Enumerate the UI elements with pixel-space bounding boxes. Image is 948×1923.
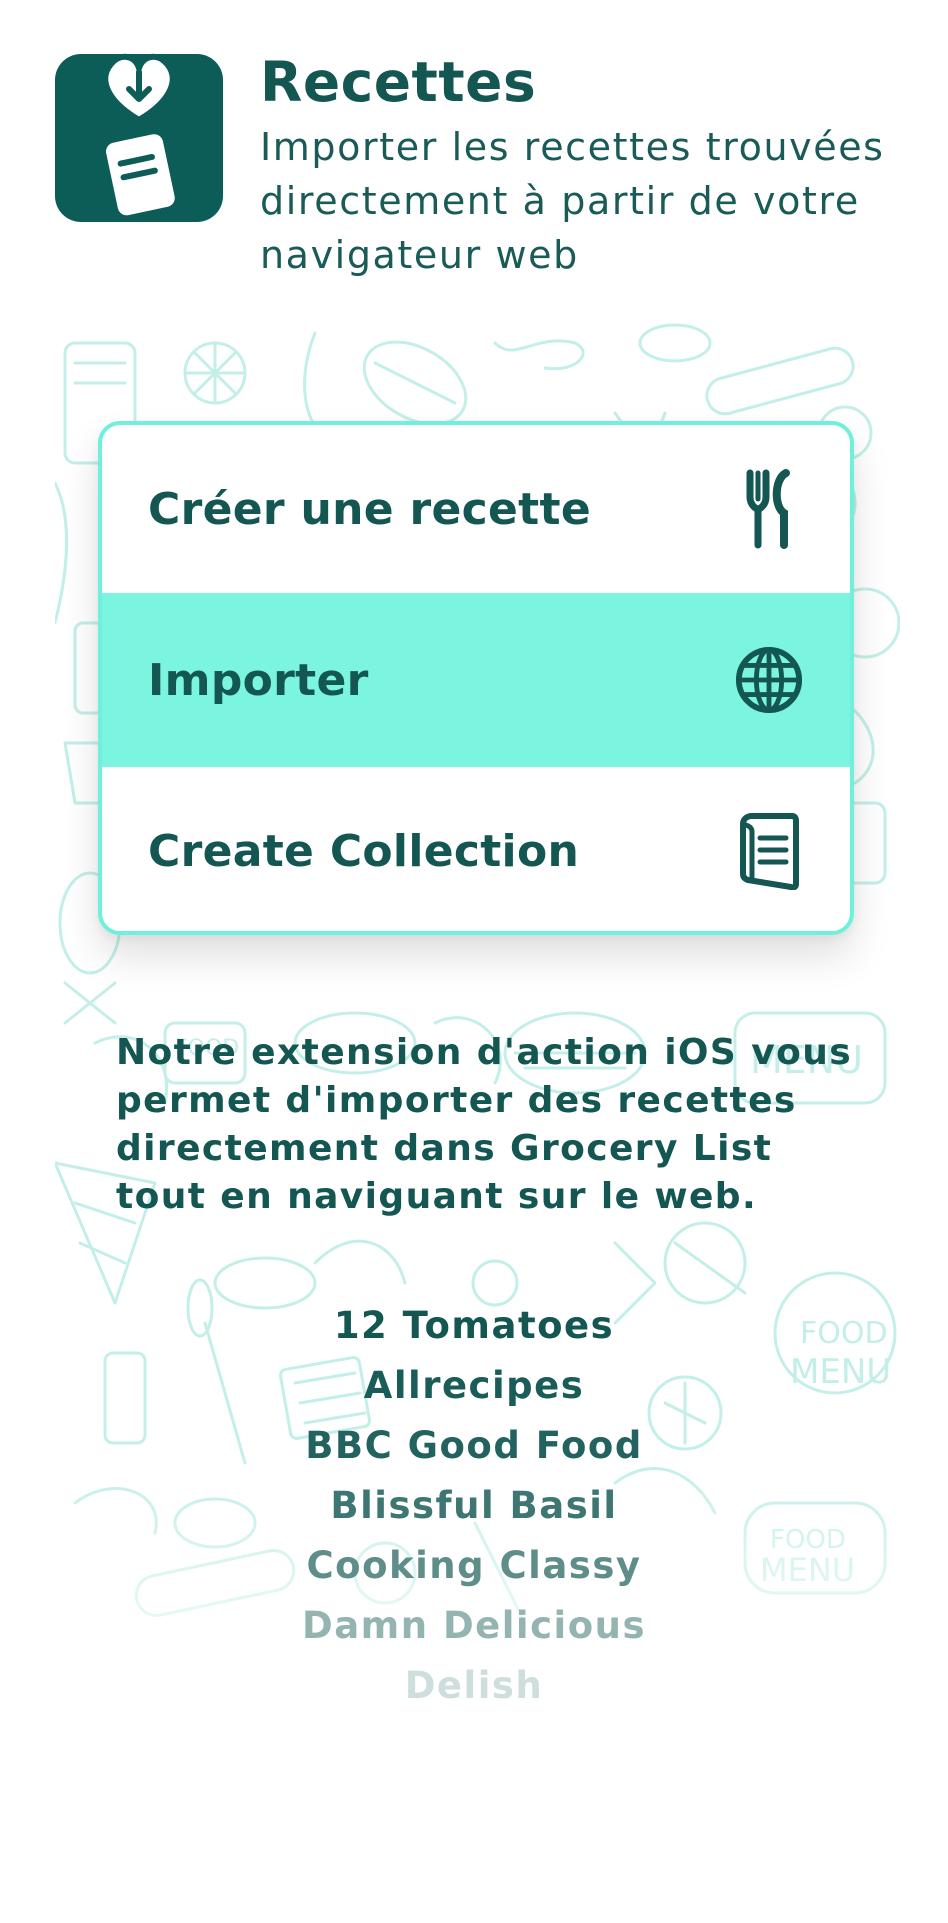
menu-item-label: Créer une recette bbox=[148, 483, 591, 535]
fork-knife-icon bbox=[734, 469, 804, 549]
site-item: Delish bbox=[404, 1664, 544, 1707]
extension-description: Notre extension d'action iOS vous permet… bbox=[116, 1032, 853, 1217]
site-item: Cooking Classy bbox=[306, 1544, 642, 1587]
header: Recettes Importer les recettes trouvées … bbox=[55, 40, 895, 280]
collection-book-icon bbox=[734, 811, 804, 891]
menu-item-label: Create Collection bbox=[148, 825, 580, 877]
site-item: BBC Good Food bbox=[305, 1424, 643, 1467]
page-subtitle: Importer les recettes trouvées directeme… bbox=[260, 125, 885, 277]
menu-item-import[interactable]: Importer bbox=[102, 593, 850, 767]
page: Recettes Importer les recettes trouvées … bbox=[0, 0, 948, 1923]
recipe-download-icon bbox=[55, 53, 223, 222]
supported-sites-list: 12 Tomatoes Allrecipes BBC Good Food Bli… bbox=[0, 1296, 948, 1716]
menu-item-create-collection[interactable]: Create Collection bbox=[102, 767, 850, 931]
site-item: 12 Tomatoes bbox=[333, 1304, 615, 1347]
menu-item-label: Importer bbox=[148, 654, 369, 706]
site-item: Allrecipes bbox=[363, 1364, 585, 1407]
action-menu: Créer une recette Importer Create Collec… bbox=[98, 421, 854, 935]
site-item: Damn Delicious bbox=[301, 1604, 647, 1647]
menu-item-create-recipe[interactable]: Créer une recette bbox=[102, 425, 850, 593]
site-item: Blissful Basil bbox=[330, 1484, 618, 1527]
page-title: Recettes bbox=[260, 50, 537, 114]
globe-icon bbox=[734, 640, 804, 720]
